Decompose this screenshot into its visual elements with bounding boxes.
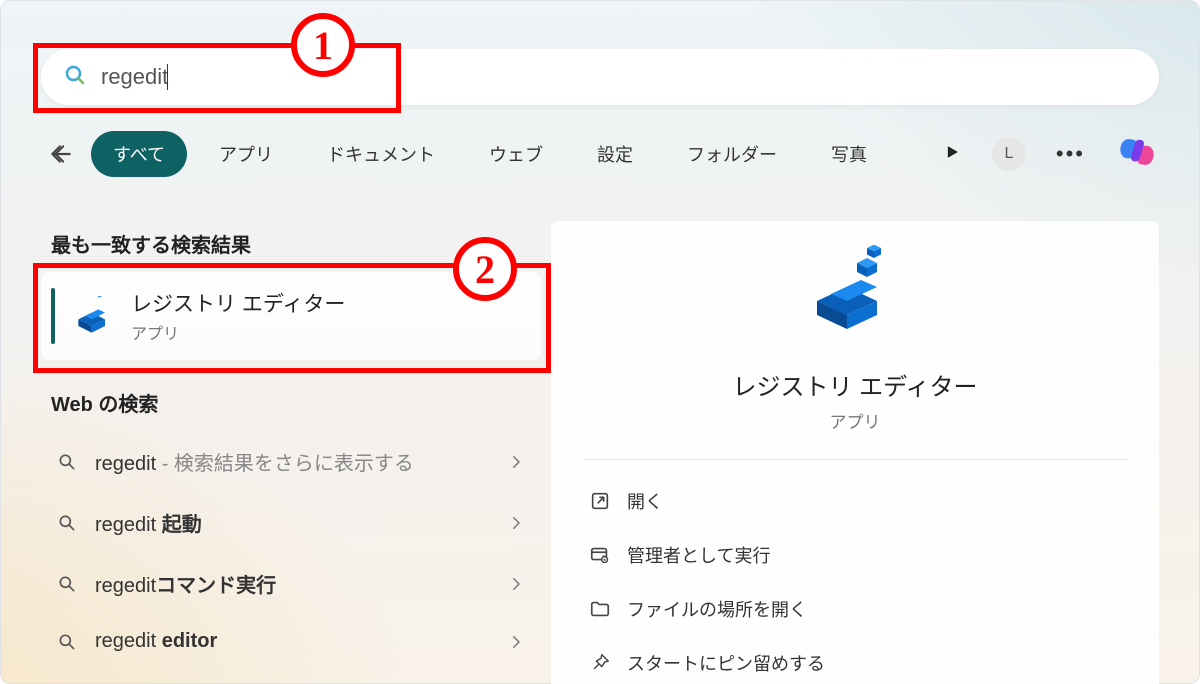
admin-icon [589,544,611,566]
chevron-right-icon [507,453,525,471]
action-pin-start[interactable]: スタートにピン留めする [563,636,1147,684]
web-results-list: regedit - 検索結果をさらに表示する regedit 起動 regedi… [41,431,541,669]
selection-accent [51,288,55,344]
chevron-right-icon [507,514,525,532]
search-icon [57,452,77,472]
toolbar-right: L ••• [942,130,1159,179]
details-column: レジストリ エディター アプリ 開く 管理者として実行 ファイルの場所を開く [551,201,1159,683]
search-icon [57,574,77,594]
tab-photos[interactable]: 写真 [809,131,889,177]
copilot-icon[interactable] [1115,130,1159,179]
tab-documents[interactable]: ドキュメント [305,131,457,177]
best-match-heading: 最も一致する検索結果 [51,229,541,258]
web-result-label: regedit editor [95,630,489,653]
web-search-heading: Web の検索 [51,388,541,417]
details-header: レジストリ エディター アプリ [583,245,1127,460]
chevron-right-icon [507,575,525,593]
search-icon [57,513,77,533]
best-match-subtitle: アプリ [131,320,345,344]
web-result-0[interactable]: regedit - 検索結果をさらに表示する [41,431,541,492]
best-match-title: レジストリ エディター [131,288,345,318]
best-match-result[interactable]: レジストリ エディター アプリ [41,272,541,360]
tab-settings[interactable]: 設定 [575,131,655,177]
web-result-1[interactable]: regedit 起動 [41,492,541,553]
action-label: 管理者として実行 [627,542,770,568]
search-window: regedit すべて アプリ ドキュメント ウェブ 設定 フォルダー 写真 L… [0,0,1200,684]
more-icon[interactable]: ••• [1056,141,1085,167]
user-avatar[interactable]: L [992,137,1026,171]
tab-folders[interactable]: フォルダー [665,131,799,177]
content-columns: 最も一致する検索結果 [41,201,1159,683]
search-icon [57,632,77,652]
chevron-right-icon [507,633,525,651]
results-column: 最も一致する検索結果 [41,201,541,683]
tab-apps[interactable]: アプリ [197,131,295,177]
web-result-label: regedit 起動 [95,508,489,537]
details-subtitle: アプリ [830,408,881,433]
details-panel: レジストリ エディター アプリ 開く 管理者として実行 ファイルの場所を開く [551,221,1159,684]
back-button[interactable] [41,134,81,174]
play-icon[interactable] [942,142,962,167]
best-match-text: レジストリ エディター アプリ [131,288,345,344]
search-bar[interactable]: regedit [41,49,1159,105]
action-label: スタートにピン留めする [627,650,825,676]
action-open-location[interactable]: ファイルの場所を開く [563,582,1147,636]
open-icon [589,490,611,512]
action-open[interactable]: 開く [563,474,1147,528]
tab-web[interactable]: ウェブ [467,131,565,177]
regedit-icon-large [807,245,903,341]
web-result-label: regeditコマンド実行 [95,569,489,598]
details-title: レジストリ エディター [733,367,978,402]
web-result-2[interactable]: regeditコマンド実行 [41,553,541,614]
folder-icon [589,598,611,620]
action-run-admin[interactable]: 管理者として実行 [563,528,1147,582]
regedit-icon [75,296,115,336]
web-result-label: regedit - 検索結果をさらに表示する [95,447,489,476]
search-bar-container: regedit [41,49,1159,105]
action-label: ファイルの場所を開く [627,596,807,622]
pin-icon [589,652,611,674]
web-result-3[interactable]: regedit editor [41,614,541,669]
action-label: 開く [627,488,663,514]
action-list: 開く 管理者として実行 ファイルの場所を開く スタートにピン留めする [563,474,1147,684]
filter-tabs-row: すべて アプリ ドキュメント ウェブ 設定 フォルダー 写真 L ••• [41,129,1159,179]
tab-all[interactable]: すべて [91,131,187,177]
